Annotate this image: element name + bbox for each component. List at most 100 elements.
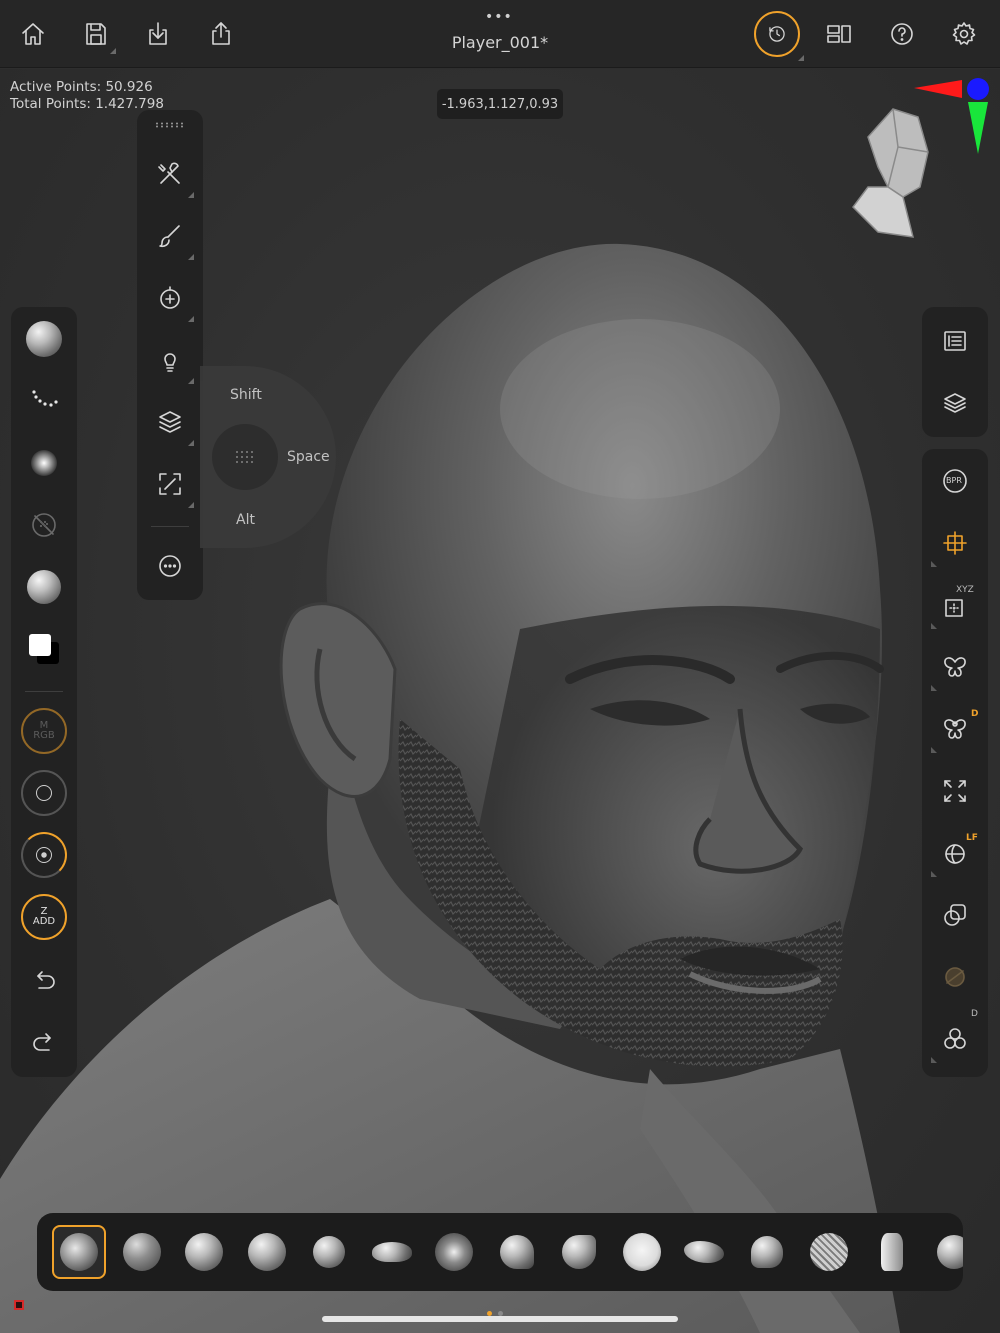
frame-button[interactable] [931, 519, 979, 567]
brush-move[interactable] [177, 1225, 231, 1279]
dynamesh-button[interactable]: D [931, 1009, 979, 1063]
spheres-icon [944, 1028, 966, 1049]
brush-h-polish[interactable] [552, 1225, 606, 1279]
more-menu-button[interactable]: ••• [485, 9, 513, 25]
snake-hook-icon [372, 1242, 412, 1262]
transform-button[interactable] [146, 460, 194, 508]
brush-inflate[interactable] [302, 1225, 356, 1279]
globe-grid-icon [945, 844, 965, 864]
chisel-creature-icon [684, 1241, 724, 1263]
brush-clay-tubes[interactable] [427, 1225, 481, 1279]
history-icon [769, 26, 785, 42]
dynamesh-badge: D [971, 1009, 978, 1019]
material-button[interactable] [20, 563, 68, 611]
drag-handle[interactable] [155, 122, 185, 128]
light-button[interactable] [146, 336, 194, 384]
modifier-pad-handle[interactable] [212, 424, 278, 490]
transparency-button[interactable] [931, 891, 979, 939]
active-points: Active Points: 50.926 [10, 79, 153, 95]
space-key[interactable]: Space [287, 449, 330, 465]
brush-chisel-creature[interactable] [677, 1225, 731, 1279]
import-button[interactable] [138, 14, 178, 54]
grid-dots-icon [236, 451, 253, 463]
brush-dam-standard[interactable] [115, 1225, 169, 1279]
undo-icon [37, 971, 55, 989]
share-icon [212, 22, 230, 45]
brush-button[interactable] [146, 212, 194, 260]
brush-standard[interactable] [240, 1225, 294, 1279]
gear-icon [952, 22, 976, 45]
top-toolbar: ••• Player_001* [0, 0, 1000, 68]
home-indicator[interactable] [322, 1316, 678, 1322]
save-button[interactable] [76, 14, 116, 54]
xyz-grid-icon [945, 599, 963, 617]
axis-gizmo[interactable] [910, 76, 992, 158]
dynamic-symmetry-button[interactable]: D [931, 705, 979, 753]
document-title: Player_001* [451, 33, 549, 52]
brush-trim-dynamic[interactable] [490, 1225, 544, 1279]
more-tools-button[interactable] [146, 542, 194, 590]
share-button[interactable] [201, 14, 241, 54]
stroke-dots-icon [32, 390, 58, 407]
tools-button[interactable] [146, 150, 194, 198]
groom-icon [937, 1235, 963, 1269]
brush-imm-mannequin[interactable] [865, 1225, 919, 1279]
trim-dynamic-icon [500, 1235, 534, 1269]
settings-button[interactable] [944, 14, 984, 54]
shift-key[interactable]: Shift [230, 387, 262, 403]
help-button[interactable] [882, 14, 922, 54]
polyframe-button[interactable] [931, 953, 979, 1001]
local-symmetry-button[interactable]: XYZ [931, 581, 979, 629]
undo-button[interactable] [20, 957, 68, 1005]
inflate-icon [313, 1236, 345, 1268]
bpr-label: BPR [946, 476, 962, 485]
alpha-button[interactable] [20, 439, 68, 487]
rgb-zadd-button[interactable]: M RGB [20, 707, 68, 755]
help-icon [891, 23, 913, 45]
brush-preview-icon [26, 321, 62, 357]
brush-groom[interactable] [927, 1225, 963, 1279]
intensity-button[interactable] [20, 831, 68, 879]
symmetry-button[interactable] [931, 643, 979, 691]
butterfly-icon [944, 657, 966, 677]
alt-key[interactable]: Alt [236, 512, 255, 528]
clay-tubes-icon [435, 1233, 473, 1271]
redo-button[interactable] [20, 1019, 68, 1067]
redo-icon [33, 1033, 51, 1051]
h-polish-icon [562, 1235, 596, 1269]
layout-icon [827, 25, 851, 43]
focal-shift-icon [21, 770, 67, 816]
layers-button[interactable] [146, 398, 194, 446]
home-button[interactable] [13, 14, 53, 54]
butterfly-d-icon [944, 719, 966, 739]
subtool-list-button[interactable] [931, 317, 979, 365]
lf-badge: LF [966, 833, 978, 843]
color-swatch-button[interactable] [20, 625, 68, 673]
stroke-button[interactable] [20, 377, 68, 425]
tools-icon [158, 162, 180, 184]
fit-view-button[interactable] [931, 767, 979, 815]
brush-smooth[interactable] [615, 1225, 669, 1279]
brush-pinch[interactable] [740, 1225, 794, 1279]
perspective-button[interactable]: LF [931, 829, 979, 877]
zadd-button[interactable]: Z ADD [20, 893, 68, 941]
brush-curve-surface[interactable] [802, 1225, 856, 1279]
subtool-button[interactable] [146, 274, 194, 322]
focal-shift-button[interactable] [20, 769, 68, 817]
dynamic-badge: D [971, 709, 979, 719]
texture-button[interactable] [20, 501, 68, 549]
tool-column [137, 110, 203, 600]
point-stats: Active Points: 50.926 Total Points: 1.42… [10, 79, 164, 113]
bpr-button[interactable]: BPR [931, 457, 979, 505]
history-button[interactable] [754, 11, 804, 61]
layout-button[interactable] [819, 14, 859, 54]
right-panel-top [922, 307, 988, 437]
current-brush-button[interactable] [20, 315, 68, 363]
dam-standard-icon [123, 1233, 161, 1271]
brush-snake-hook[interactable] [365, 1225, 419, 1279]
brush-clay-buildup[interactable] [52, 1225, 106, 1279]
ellipsis-icon [159, 555, 181, 577]
texture-off-icon [32, 513, 56, 537]
move-icon [185, 1233, 223, 1271]
layers-panel-button[interactable] [931, 379, 979, 427]
